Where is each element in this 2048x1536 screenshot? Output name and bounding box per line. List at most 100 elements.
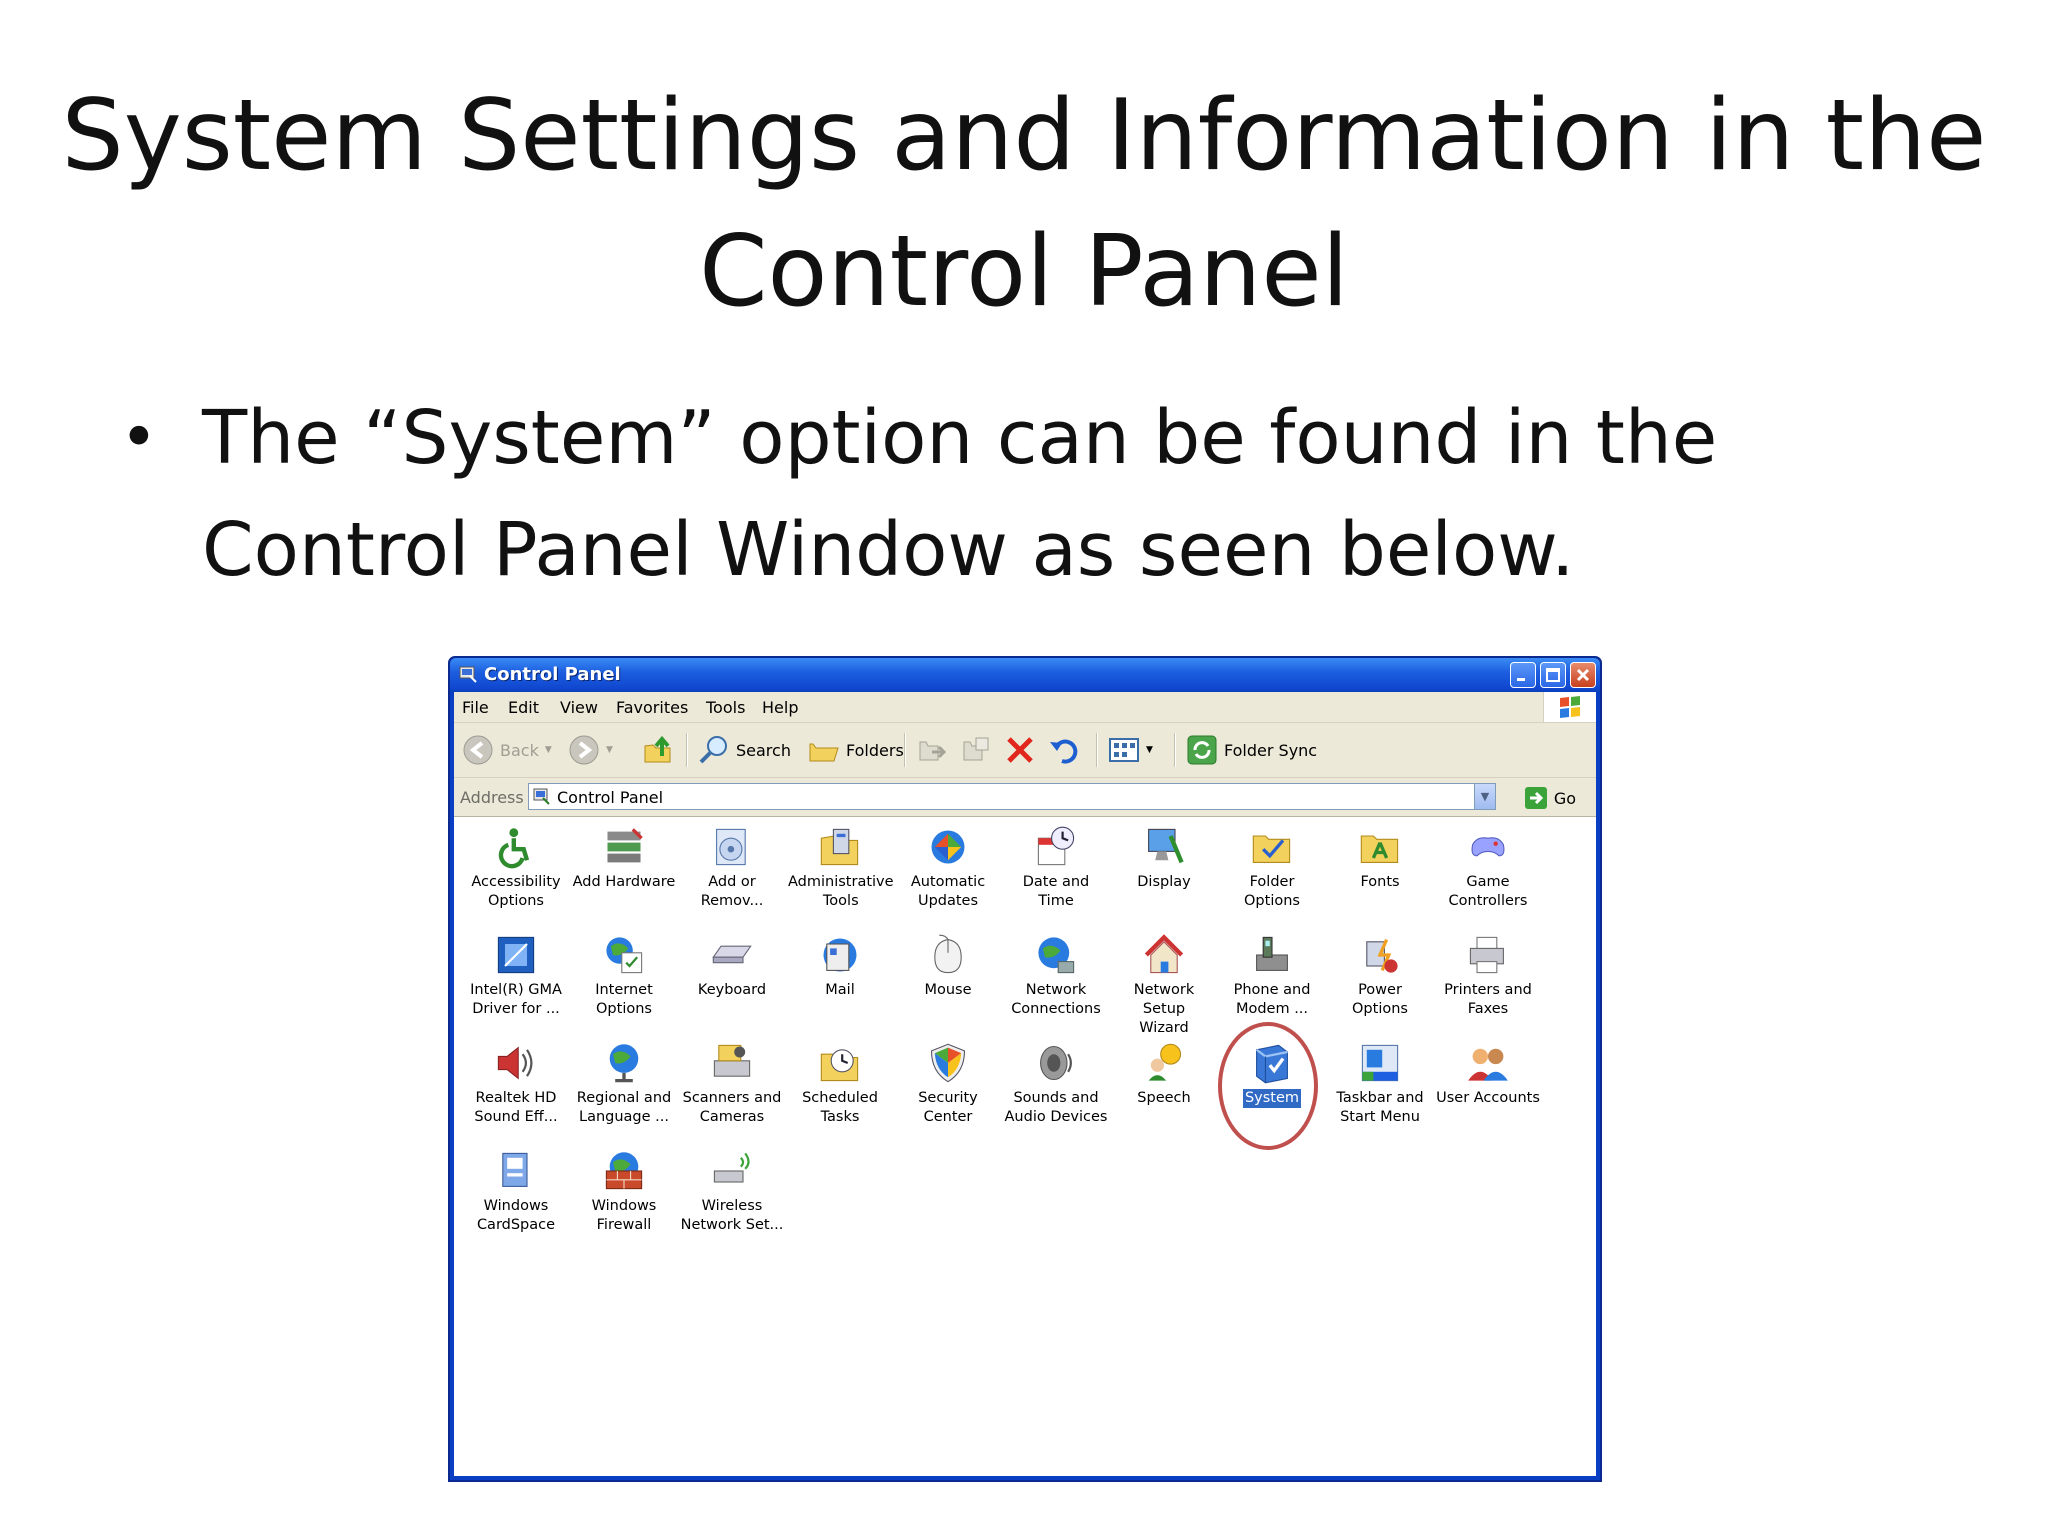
address-input[interactable]: Control Panel ▼	[528, 783, 1496, 810]
control-panel-item-wireless-network[interactable]: Wireless Network Set...	[678, 1149, 786, 1235]
control-panel-item-keyboard[interactable]: Keyboard	[678, 933, 786, 1000]
control-panel-item-label: Phone and Modem ...	[1233, 982, 1311, 1017]
user-accounts-icon	[1468, 1048, 1508, 1081]
control-panel-item-label: Regional and Language ...	[576, 1090, 672, 1125]
back-button[interactable]: Back ▼	[462, 734, 552, 766]
toolbar: Back ▼ ▼ Search Folders ▼ Folder Sync	[454, 723, 1596, 778]
control-panel-item-sounds-audio[interactable]: Sounds and Audio Devices	[1002, 1041, 1110, 1127]
copy-to-button[interactable]	[960, 734, 992, 766]
menu-edit[interactable]: Edit	[508, 698, 539, 717]
control-panel-item-label: Keyboard	[697, 982, 767, 998]
control-panel-item-speech[interactable]: Speech	[1110, 1041, 1218, 1108]
forward-arrow-icon	[569, 735, 599, 765]
views-button[interactable]: ▼	[1108, 734, 1153, 766]
menu-help[interactable]: Help	[762, 698, 798, 717]
control-panel-item-scanners-cameras[interactable]: Scanners and Cameras	[678, 1041, 786, 1127]
control-panel-item-windows-firewall[interactable]: Windows Firewall	[570, 1149, 678, 1235]
search-icon	[699, 736, 727, 764]
control-panel-item-folder-options[interactable]: Folder Options	[1218, 825, 1326, 911]
control-panel-window: Control Panel File Edit View Favorites T…	[448, 656, 1602, 1482]
control-panel-item-network-setup-wizard[interactable]: Network Setup Wizard	[1110, 933, 1218, 1038]
folders-button[interactable]: Folders	[808, 734, 904, 766]
control-panel-item-realtek-sound[interactable]: Realtek HD Sound Eff...	[462, 1041, 570, 1127]
control-panel-item-printers-faxes[interactable]: Printers and Faxes	[1434, 933, 1542, 1019]
control-panel-item-security-center[interactable]: Security Center	[894, 1041, 1002, 1127]
control-panel-item-label: Game Controllers	[1448, 874, 1528, 909]
close-button[interactable]	[1570, 662, 1596, 688]
control-panel-item-intel-gma[interactable]: Intel(R) GMA Driver for ...	[462, 933, 570, 1019]
move-to-button[interactable]	[916, 734, 948, 766]
add-hardware-icon	[607, 828, 643, 863]
control-panel-item-internet-options[interactable]: Internet Options	[570, 933, 678, 1019]
administrative-tools-icon	[820, 828, 859, 866]
control-panel-item-label: Speech	[1137, 1090, 1191, 1106]
control-panel-item-label: Taskbar and Start Menu	[1336, 1090, 1424, 1125]
control-panel-item-taskbar-start-menu[interactable]: Taskbar and Start Menu	[1326, 1041, 1434, 1127]
control-panel-item-mouse[interactable]: Mouse	[894, 933, 1002, 1000]
bullet-line-1: The “System” option can be found in the	[202, 395, 1718, 481]
control-panel-item-phone-modem[interactable]: Phone and Modem ...	[1218, 933, 1326, 1019]
control-panel-item-label: Display	[1137, 874, 1191, 890]
control-panel-item-label: Wireless Network Set...	[680, 1198, 784, 1233]
printers-faxes-icon	[1469, 936, 1504, 974]
title-bar[interactable]: Control Panel	[450, 658, 1600, 692]
back-label: Back	[500, 740, 539, 760]
taskbar-start-menu-icon	[1361, 1044, 1399, 1082]
undo-button[interactable]	[1048, 734, 1080, 766]
windows-flag-icon	[1560, 696, 1580, 718]
keyboard-icon	[712, 945, 752, 964]
search-button[interactable]: Search	[698, 734, 791, 766]
control-panel-item-game-controllers[interactable]: Game Controllers	[1434, 825, 1542, 911]
wireless-network-icon	[713, 1152, 750, 1183]
control-panel-item-label: Automatic Updates	[910, 874, 986, 909]
control-panel-item-fonts[interactable]: Fonts	[1326, 825, 1434, 892]
folder-up-icon	[644, 735, 671, 763]
control-panel-item-network-connections[interactable]: Network Connections	[1002, 933, 1110, 1019]
forward-button[interactable]: ▼	[568, 734, 613, 766]
address-value: Control Panel	[557, 788, 664, 807]
address-dropdown-button[interactable]: ▼	[1474, 784, 1495, 809]
up-button[interactable]	[642, 734, 674, 766]
control-panel-item-label: Network Connections	[1011, 982, 1101, 1017]
control-panel-item-add-hardware[interactable]: Add Hardware	[570, 825, 678, 892]
minimize-icon	[1517, 678, 1525, 681]
minimize-button[interactable]	[1510, 662, 1536, 688]
back-dropdown-icon: ▼	[544, 745, 552, 755]
control-panel-item-mail[interactable]: Mail	[786, 933, 894, 1000]
address-bar: Address Control Panel ▼ Go	[454, 778, 1596, 817]
menu-favorites[interactable]: Favorites	[616, 698, 688, 717]
folder-sync-button[interactable]: Folder Sync	[1186, 734, 1317, 766]
go-arrow-icon	[1524, 787, 1547, 809]
delete-button[interactable]	[1004, 734, 1036, 766]
control-panel-item-label: Printers and Faxes	[1444, 982, 1532, 1017]
menu-view[interactable]: View	[560, 698, 598, 717]
chevron-down-icon: ▼	[1480, 790, 1490, 803]
maximize-button[interactable]	[1540, 662, 1566, 688]
control-panel-item-label: Windows Firewall	[591, 1198, 657, 1233]
slide-title: System Settings and Information in the C…	[0, 68, 2048, 340]
control-panel-item-administrative-tools[interactable]: Administrative Tools	[786, 825, 894, 911]
menu-file[interactable]: File	[462, 698, 489, 717]
menu-tools[interactable]: Tools	[706, 698, 745, 717]
slide-title-line-2: Control Panel	[699, 215, 1349, 329]
control-panel-item-power-options[interactable]: Power Options	[1326, 933, 1434, 1019]
control-panel-item-scheduled-tasks[interactable]: Scheduled Tasks	[786, 1041, 894, 1127]
control-panel-item-date-time[interactable]: Date and Time	[1002, 825, 1110, 911]
mouse-icon	[934, 934, 962, 974]
internet-options-icon	[606, 937, 643, 974]
control-panel-item-label: Scanners and Cameras	[682, 1090, 782, 1125]
views-icon	[1109, 738, 1139, 762]
control-panel-item-add-remove-programs[interactable]: Add or Remov...	[678, 825, 786, 911]
go-button[interactable]: Go	[1524, 786, 1576, 810]
control-panel-item-label: Internet Options	[595, 982, 653, 1017]
control-panel-item-display[interactable]: Display	[1110, 825, 1218, 892]
folders-icon	[809, 743, 839, 762]
control-panel-item-label: Realtek HD Sound Eff...	[474, 1090, 558, 1125]
control-panel-item-label: Add Hardware	[572, 874, 676, 890]
control-panel-item-accessibility[interactable]: Accessibility Options	[462, 825, 570, 911]
control-panel-item-user-accounts[interactable]: User Accounts	[1434, 1041, 1542, 1108]
control-panel-item-automatic-updates[interactable]: Automatic Updates	[894, 825, 1002, 911]
control-panel-item-windows-cardspace[interactable]: Windows CardSpace	[462, 1149, 570, 1235]
undo-icon	[1050, 739, 1078, 764]
control-panel-item-regional-language[interactable]: Regional and Language ...	[570, 1041, 678, 1127]
